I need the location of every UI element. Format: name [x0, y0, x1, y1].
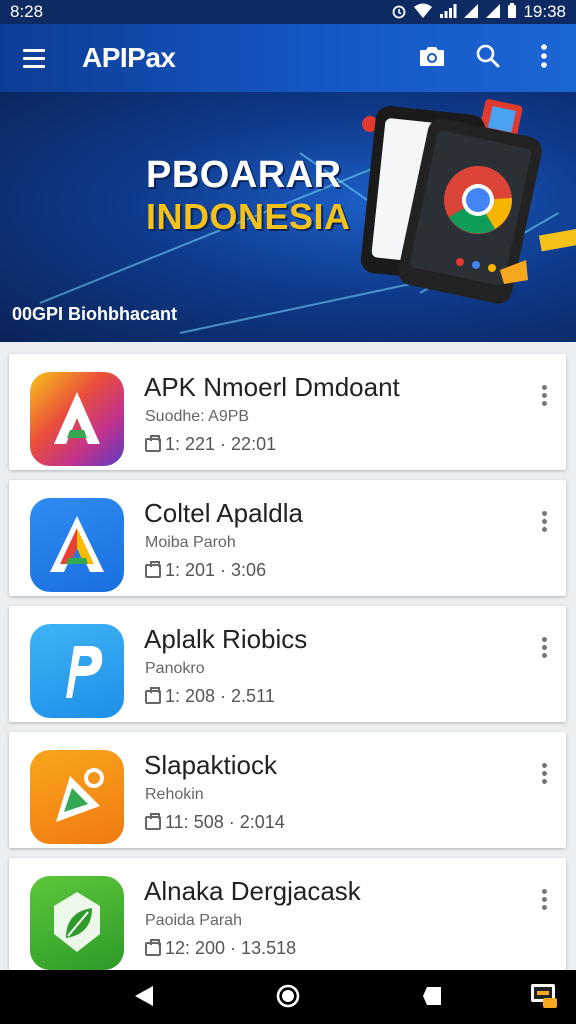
app-list-item[interactable]: Alnaka Dergjacask Paoida Parah 12: 200 ·…: [9, 858, 566, 970]
banner-caption: 00GPI Biohbhacant: [12, 304, 178, 324]
overflow-menu-button[interactable]: [526, 40, 562, 76]
back-button[interactable]: [128, 982, 160, 1014]
app-name: APK Nmoerl Dmdoant: [144, 372, 400, 402]
app-list: APK Nmoerl Dmdoant Suodhe: A9PB 1: 221 ·…: [0, 342, 576, 970]
app-meta-text: 1: 201 · 3:06: [165, 560, 267, 580]
app-icon-slapaktiock: [30, 750, 124, 844]
dot: [541, 384, 547, 390]
signal-icon: [439, 3, 457, 21]
dot: [541, 392, 547, 398]
app-name: Coltel Apaldla: [144, 498, 303, 528]
camera-icon: [418, 44, 446, 73]
app-developer: Paoida Parah: [145, 912, 242, 929]
signal-icon-3: [485, 3, 501, 21]
notification-app-button[interactable]: [528, 982, 560, 1014]
banner-title: PBOARAR: [146, 154, 342, 196]
app-meta: 1: 221 · 22:01: [145, 434, 276, 455]
status-time-left: 8:28: [10, 2, 44, 21]
app-meta: 1: 201 · 3:06: [145, 560, 266, 581]
item-more-button[interactable]: [536, 884, 552, 914]
dot: [541, 526, 547, 532]
app-developer: Panokro: [145, 660, 205, 677]
app-meta-text: 1: 221 · 22:01: [165, 434, 277, 454]
dot: [541, 904, 547, 910]
letter-a-icon: [50, 516, 104, 572]
app-list-item[interactable]: Aplalk Riobics Panokro 1: 208 · 2.511: [9, 606, 566, 722]
app-icon-coltel: [30, 498, 124, 592]
app-meta-text: 11: 508 · 2:014: [165, 812, 285, 832]
app-meta: 11: 508 · 2:014: [145, 812, 285, 833]
briefcase-icon: [145, 560, 161, 578]
menu-icon-line: [23, 48, 45, 52]
dot: [541, 770, 547, 776]
dot: [541, 778, 547, 784]
app-bar: APIPax: [0, 24, 576, 92]
more-vert-icon: [540, 43, 548, 74]
status-icons: 19:38: [391, 2, 566, 22]
phones-illustration: [360, 99, 576, 304]
briefcase-icon: [145, 812, 161, 830]
status-time-right: 19:38: [523, 2, 566, 21]
app-name: Aplalk Riobics: [144, 624, 308, 654]
dot: [541, 888, 547, 894]
arrow-play-icon: [56, 768, 104, 822]
app-meta: 1: 208 · 2.511: [145, 686, 275, 707]
app-notification-icon: [529, 982, 559, 1015]
signal-icon-2: [463, 3, 479, 21]
app-list-item[interactable]: Coltel Apaldla Moiba Paroh 1: 201 · 3:06: [9, 480, 566, 596]
dot: [541, 644, 547, 650]
wifi-icon: [413, 3, 433, 21]
app-name: Alnaka Dergjacask: [144, 876, 361, 906]
promo-banner[interactable]: PBOARAR INDONESIA 00GPI Biohbhacant: [0, 92, 576, 342]
leaf-icon: [54, 892, 100, 952]
menu-icon-line: [23, 64, 45, 68]
dot: [541, 636, 547, 642]
dot: [541, 652, 547, 658]
letter-a-icon: [54, 392, 100, 444]
app-title: APIPax: [82, 42, 176, 73]
recents-button[interactable]: [416, 982, 448, 1014]
banner-subtitle: INDONESIA: [146, 196, 351, 237]
app-developer: Rehokin: [145, 786, 204, 803]
dot: [541, 896, 547, 902]
menu-button[interactable]: [14, 38, 54, 78]
item-more-button[interactable]: [536, 632, 552, 662]
back-triangle-icon: [133, 984, 155, 1013]
system-nav-bar: [0, 970, 576, 1024]
briefcase-icon: [145, 686, 161, 704]
briefcase-icon: [145, 434, 161, 452]
app-developer: Moiba Paroh: [145, 534, 236, 551]
app-meta: 12: 200 · 13.518: [145, 938, 296, 959]
app-developer: Suodhe: A9PB: [145, 408, 250, 425]
home-circle-icon: [275, 983, 301, 1014]
alarm-icon: [391, 3, 407, 21]
home-button[interactable]: [272, 982, 304, 1014]
status-bar: 8:28 19:38: [0, 0, 576, 24]
recents-icon: [421, 985, 443, 1012]
app-meta-text: 12: 200 · 13.518: [165, 938, 297, 958]
dot: [541, 518, 547, 524]
menu-icon-line: [23, 56, 45, 60]
camera-button[interactable]: [414, 40, 450, 76]
app-icon-aplalk: [30, 624, 124, 718]
dot: [541, 510, 547, 516]
briefcase-icon: [145, 938, 161, 956]
app-name: Slapaktiock: [144, 750, 277, 780]
app-bar-actions: [414, 40, 562, 76]
app-meta-text: 1: 208 · 2.511: [165, 686, 275, 706]
search-icon: [475, 43, 501, 74]
app-icon-alnaka: [30, 876, 124, 970]
battery-icon: [507, 3, 517, 21]
app-list-item[interactable]: Slapaktiock Rehokin 11: 508 · 2:014: [9, 732, 566, 848]
search-button[interactable]: [470, 40, 506, 76]
dot: [541, 762, 547, 768]
app-list-item[interactable]: APK Nmoerl Dmdoant Suodhe: A9PB 1: 221 ·…: [9, 354, 566, 470]
item-more-button[interactable]: [536, 380, 552, 410]
dot: [541, 400, 547, 406]
letter-p-icon: [66, 646, 103, 698]
item-more-button[interactable]: [536, 506, 552, 536]
item-more-button[interactable]: [536, 758, 552, 788]
app-icon-apk-downloader: [30, 372, 124, 466]
